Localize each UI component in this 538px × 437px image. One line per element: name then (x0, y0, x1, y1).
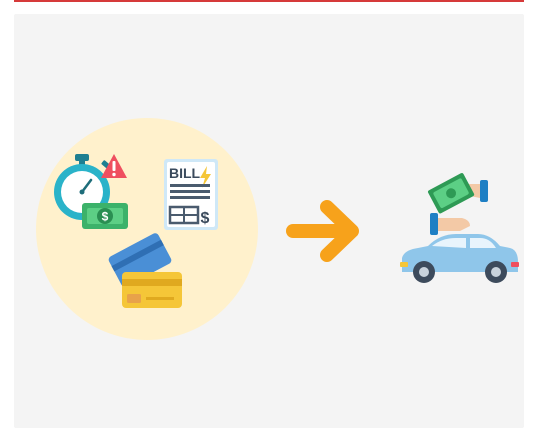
credit-cards-icon (108, 233, 182, 308)
arrow-right-icon (286, 200, 359, 262)
bill-title: BILL (169, 165, 201, 181)
illustration: $ BILL $ (54, 154, 519, 308)
bill-icon: BILL $ (164, 159, 218, 230)
bill-dollar-symbol: $ (201, 210, 210, 227)
car-icon (400, 234, 519, 283)
cash-icon: $ (82, 203, 128, 229)
hand-paying-cash-icon (428, 173, 488, 235)
cash-symbol: $ (102, 210, 109, 224)
